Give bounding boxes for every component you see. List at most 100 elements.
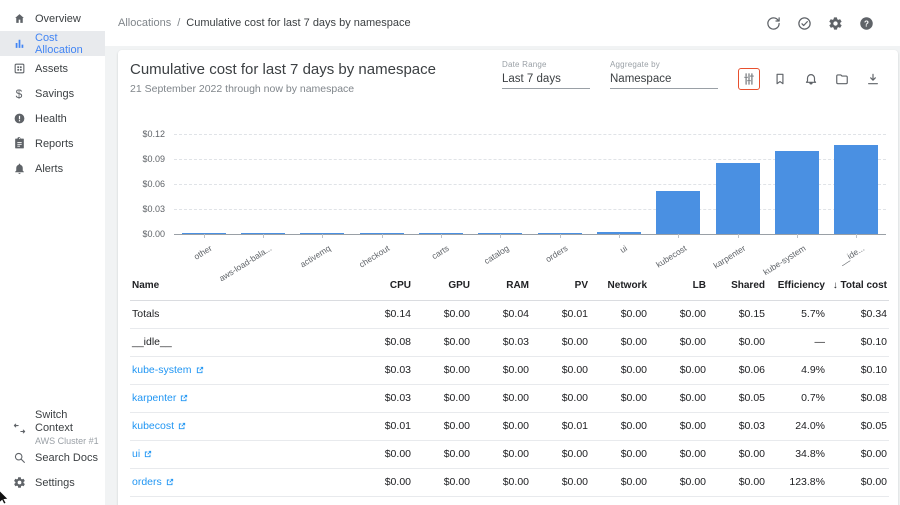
date-range-select[interactable]: Date Range Last 7 days: [502, 60, 590, 89]
row-value-cell: $0.00: [649, 356, 708, 384]
aggregate-by-select[interactable]: Aggregate by Namespace: [610, 60, 718, 89]
chart-bars: otheraws-load-bala...activemqcheckoutcar…: [174, 134, 886, 234]
toolbar-download-button[interactable]: [862, 68, 884, 90]
row-value-cell: 90.9%: [767, 496, 827, 505]
row-value-cell: $0.00: [649, 384, 708, 412]
row-value-cell: $0.00: [413, 384, 472, 412]
sidebar-item-reports[interactable]: Reports: [0, 131, 105, 156]
sidebar-item-label: Cost Allocation: [35, 32, 105, 56]
row-value-cell: $0.00: [649, 412, 708, 440]
topbar-settings-button[interactable]: [826, 14, 845, 33]
toolbar-save-report-button[interactable]: [769, 68, 791, 90]
namespace-link[interactable]: kubecost: [132, 420, 186, 432]
column-header-name[interactable]: Name: [130, 272, 354, 300]
namespace-link[interactable]: kube-system: [132, 364, 204, 376]
sidebar-item-text: Switch ContextAWS Cluster #1: [35, 409, 105, 448]
row-value-cell: $0.34: [827, 300, 889, 328]
row-name-cell: ui: [130, 440, 354, 468]
chart-bar-slot: aws-load-bala...: [233, 134, 292, 234]
chart-bar[interactable]: [419, 233, 463, 234]
card-header: Cumulative cost for last 7 days by names…: [130, 60, 886, 106]
chart-bar[interactable]: [834, 145, 878, 234]
sidebar-item-settings[interactable]: Settings: [0, 470, 105, 495]
row-value-cell: $0.00: [590, 468, 649, 496]
toolbar-reports-button[interactable]: [831, 68, 853, 90]
topbar-help-button[interactable]: ?: [857, 14, 876, 33]
table-row: karpenter$0.03$0.00$0.00$0.00$0.00$0.00$…: [130, 384, 889, 412]
chart-bar[interactable]: [300, 233, 344, 234]
sidebar-item-overview[interactable]: Overview: [0, 6, 105, 31]
row-value-cell: $0.00: [531, 356, 590, 384]
cumulative-cost-chart: $0.12$0.09$0.06$0.03$0.00 otheraws-load-…: [130, 134, 886, 234]
bar-chart-icon: [12, 37, 26, 51]
sidebar-item-alerts[interactable]: Alerts: [0, 156, 105, 181]
aggregate-by-value: Namespace: [610, 69, 718, 89]
row-value-cell: $0.00: [590, 440, 649, 468]
gridline: [174, 234, 886, 235]
row-value-cell: $0.00: [413, 356, 472, 384]
sidebar-item-assets[interactable]: Assets: [0, 56, 105, 81]
row-value-cell: $0.00: [354, 496, 413, 505]
row-value-cell: $0.06: [708, 356, 767, 384]
refresh-icon: [766, 16, 781, 31]
column-header-total-cost[interactable]: ↓ Total cost: [827, 272, 889, 300]
namespace-link[interactable]: karpenter: [132, 392, 188, 404]
row-value-cell: $0.00: [708, 440, 767, 468]
column-header-pv[interactable]: PV: [531, 272, 590, 300]
table-row: catalog$0.00$0.00$0.00$0.00$0.00$0.00$0.…: [130, 496, 889, 505]
chart-bar[interactable]: [775, 151, 819, 234]
row-value-cell: 24.0%: [767, 412, 827, 440]
bookmark-icon: [773, 72, 787, 86]
column-header-gpu[interactable]: GPU: [413, 272, 472, 300]
breadcrumb-parent[interactable]: Allocations: [118, 17, 171, 29]
chart-bar[interactable]: [478, 233, 522, 234]
sidebar-item-label: Settings: [35, 477, 75, 489]
chart-bar[interactable]: [656, 191, 700, 234]
column-header-lb[interactable]: LB: [649, 272, 708, 300]
chart-y-axis: $0.12$0.09$0.06$0.03$0.00: [130, 134, 174, 234]
row-value-cell: $0.00: [472, 496, 531, 505]
row-value-cell: $0.00: [590, 412, 649, 440]
chart-bar[interactable]: [597, 232, 641, 234]
tune-icon: [742, 72, 756, 86]
sidebar-item-health[interactable]: Health: [0, 106, 105, 131]
column-header-network[interactable]: Network: [590, 272, 649, 300]
toolbar-edit-button[interactable]: [738, 68, 760, 90]
chart-bar[interactable]: [538, 233, 582, 234]
sidebar-item-savings[interactable]: $Savings: [0, 81, 105, 106]
table-row: orders$0.00$0.00$0.00$0.00$0.00$0.00$0.0…: [130, 468, 889, 496]
y-axis-tick-label: $0.12: [142, 129, 165, 139]
sidebar-item-search-docs[interactable]: Search Docs: [0, 445, 105, 470]
download-icon: [866, 72, 880, 86]
row-value-cell: $0.00: [354, 440, 413, 468]
chart-bar[interactable]: [360, 233, 404, 234]
namespace-link[interactable]: orders: [132, 476, 174, 488]
chart-bar[interactable]: [182, 233, 226, 234]
sidebar-item-label: Assets: [35, 63, 68, 75]
chart-bar[interactable]: [716, 163, 760, 234]
column-header-cpu[interactable]: CPU: [354, 272, 413, 300]
row-value-cell: $0.10: [827, 356, 889, 384]
namespace-link[interactable]: ui: [132, 448, 152, 460]
row-name-cell: catalog: [130, 496, 354, 505]
chart-bar-slot: __ide...: [827, 134, 886, 234]
column-header-efficiency[interactable]: Efficiency: [767, 272, 827, 300]
topbar-status-button[interactable]: [795, 14, 814, 33]
row-value-cell: $0.00: [472, 412, 531, 440]
sidebar-item-label: Search Docs: [35, 452, 98, 464]
column-header-shared[interactable]: Shared: [708, 272, 767, 300]
sidebar-item-switch-context[interactable]: Switch ContextAWS Cluster #1: [0, 411, 105, 445]
row-value-cell: $0.00: [827, 440, 889, 468]
sidebar-item-cost-allocation[interactable]: Cost Allocation: [0, 31, 105, 56]
folder-icon: [835, 72, 849, 86]
sidebar-nav: OverviewCost Allocation Assets $SavingsHea…: [0, 0, 105, 181]
report-card: Cumulative cost for last 7 days by names…: [118, 50, 898, 505]
row-value-cell: $0.05: [708, 384, 767, 412]
chart-bar[interactable]: [241, 233, 285, 234]
row-name-cell: karpenter: [130, 384, 354, 412]
topbar-refresh-button[interactable]: [764, 14, 783, 33]
column-header-ram[interactable]: RAM: [472, 272, 531, 300]
chart-bar-slot: karpenter: [708, 134, 767, 234]
dollar-icon: $: [12, 87, 26, 101]
toolbar-alerts-button[interactable]: [800, 68, 822, 90]
